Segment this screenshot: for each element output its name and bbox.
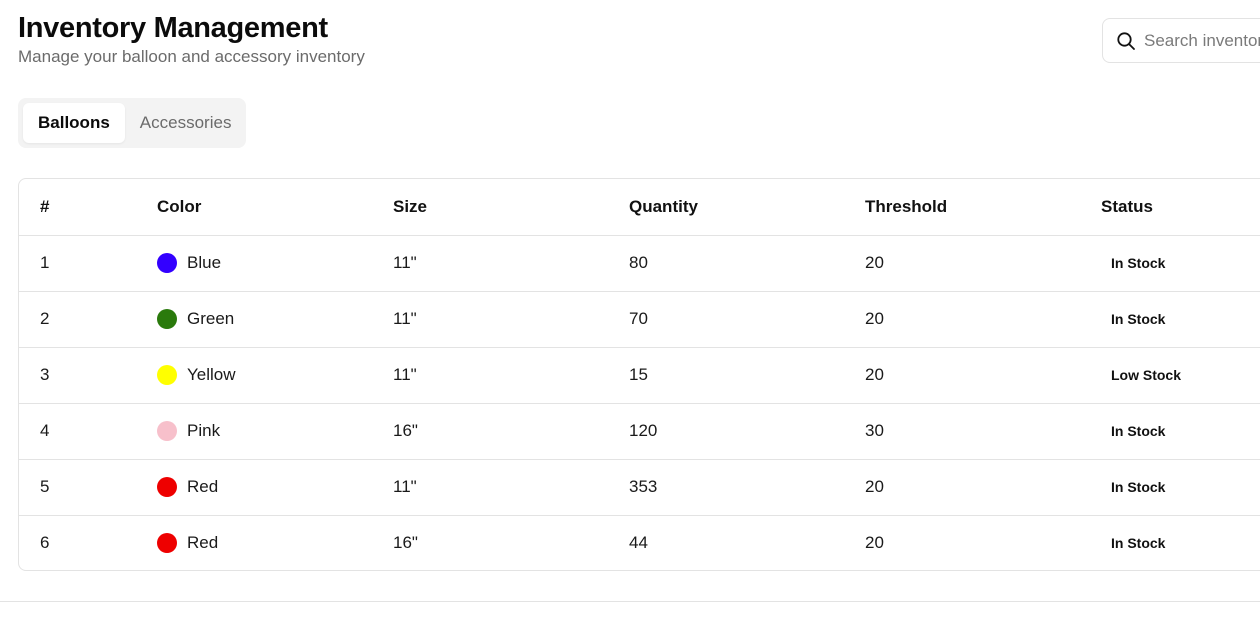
color-name: Yellow <box>187 365 236 384</box>
row-quantity: 120 <box>629 402 865 459</box>
row-size: 11" <box>393 290 629 347</box>
page-subtitle: Manage your balloon and accessory invent… <box>18 47 365 66</box>
table-row[interactable]: 3 Yellow 11" 15 20 Low Stock <box>19 346 1260 403</box>
table-header-row: # Color Size Quantity Threshold Status <box>19 179 1260 235</box>
color-swatch <box>157 533 177 554</box>
row-number: 2 <box>19 290 157 347</box>
row-size: 16" <box>393 402 629 459</box>
row-quantity: 44 <box>629 514 865 570</box>
color-swatch <box>157 365 177 385</box>
row-status: In Stock <box>1101 514 1260 570</box>
table-row[interactable]: 5 Red 11" 353 20 In Stock <box>19 458 1260 515</box>
row-size: 11" <box>393 234 629 291</box>
row-threshold: 20 <box>865 290 1101 347</box>
page-title: Inventory Management <box>18 12 328 44</box>
row-color: Yellow <box>157 346 393 403</box>
column-header-quantity[interactable]: Quantity <box>629 179 865 235</box>
bottom-divider <box>0 601 1260 602</box>
row-size: 11" <box>393 458 629 515</box>
row-number: 5 <box>19 458 157 515</box>
row-size: 16" <box>393 514 629 570</box>
color-name: Blue <box>187 253 222 272</box>
color-swatch <box>157 309 177 329</box>
table-row[interactable]: 2 Green 11" 70 20 In Stock <box>19 290 1260 347</box>
row-number: 4 <box>19 402 157 459</box>
inventory-table: # Color Size Quantity Threshold Status 1… <box>18 178 1260 571</box>
status-badge: In Stock <box>1111 535 1166 552</box>
status-badge: In Stock <box>1111 423 1166 439</box>
row-threshold: 20 <box>865 234 1101 291</box>
row-threshold: 30 <box>865 402 1101 459</box>
color-name: Red <box>187 533 219 553</box>
row-color: Blue <box>157 234 393 291</box>
inventory-page: Inventory Management Manage your balloon… <box>0 0 1260 617</box>
row-threshold: 20 <box>865 514 1101 570</box>
status-badge: In Stock <box>1111 479 1166 495</box>
tab-balloons[interactable]: Balloons <box>23 103 125 143</box>
table-row[interactable]: 1 Blue 11" 80 20 In Stock <box>19 234 1260 291</box>
search-box[interactable] <box>1102 18 1260 63</box>
row-color: Red <box>157 458 393 515</box>
column-header-status[interactable]: Status <box>1101 179 1260 235</box>
column-header-color[interactable]: Color <box>157 179 393 235</box>
row-quantity: 15 <box>629 346 865 403</box>
column-header-size[interactable]: Size <box>393 179 629 235</box>
row-status: In Stock <box>1101 458 1260 515</box>
row-number: 6 <box>19 514 157 570</box>
status-badge: Low Stock <box>1111 367 1182 383</box>
row-status: In Stock <box>1101 234 1260 291</box>
table-row[interactable]: 6 Red 16" 44 20 In Stock <box>19 514 1260 570</box>
row-color: Red <box>157 514 393 570</box>
color-swatch <box>157 253 177 273</box>
row-status: In Stock <box>1101 290 1260 347</box>
row-number: 1 <box>19 234 157 291</box>
table-row[interactable]: 4 Pink 16" 120 30 In Stock <box>19 402 1260 459</box>
status-badge: In Stock <box>1111 311 1166 327</box>
color-name: Green <box>187 309 235 328</box>
row-status: In Stock <box>1101 402 1260 459</box>
row-status: Low Stock <box>1101 346 1260 403</box>
search-icon <box>1116 31 1136 51</box>
row-threshold: 20 <box>865 458 1101 515</box>
color-name: Pink <box>187 421 221 440</box>
row-number: 3 <box>19 346 157 403</box>
row-size: 11" <box>393 346 629 403</box>
row-quantity: 80 <box>629 234 865 291</box>
category-tabs: Balloons Accessories <box>18 98 246 148</box>
search-input[interactable] <box>1144 30 1260 51</box>
color-swatch <box>157 421 177 441</box>
status-badge: In Stock <box>1111 255 1166 271</box>
row-threshold: 20 <box>865 346 1101 403</box>
color-swatch <box>157 477 177 497</box>
tab-accessories[interactable]: Accessories <box>125 103 247 143</box>
row-quantity: 353 <box>629 458 865 515</box>
row-color: Pink <box>157 402 393 459</box>
row-color: Green <box>157 290 393 347</box>
row-quantity: 70 <box>629 290 865 347</box>
column-header-number[interactable]: # <box>19 179 157 235</box>
column-header-threshold[interactable]: Threshold <box>865 179 1101 235</box>
color-name: Red <box>187 477 219 496</box>
